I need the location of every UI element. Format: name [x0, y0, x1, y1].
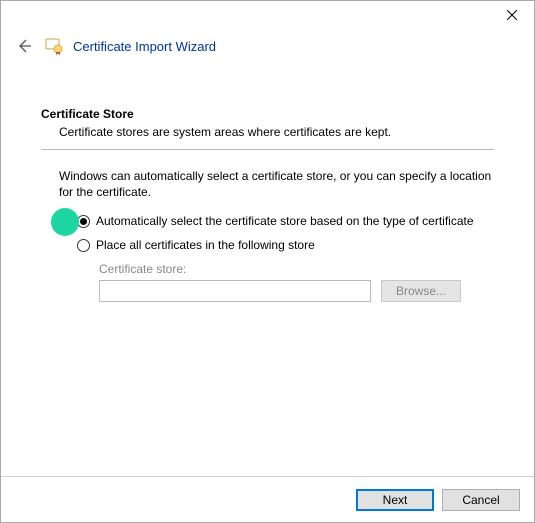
close-icon [507, 10, 517, 20]
divider [41, 149, 494, 150]
next-button[interactable]: Next [356, 489, 434, 511]
title-bar [1, 1, 534, 31]
page-heading: Certificate Store [41, 107, 494, 121]
certificate-wizard-icon [45, 37, 63, 55]
radio-manual[interactable] [77, 239, 90, 252]
certificate-store-subgroup: Certificate store: Browse... [99, 262, 494, 302]
wizard-title: Certificate Import Wizard [73, 39, 216, 54]
page-subheading: Certificate stores are system areas wher… [59, 125, 494, 139]
option-manual-label: Place all certificates in the following … [96, 238, 315, 252]
wizard-content: Certificate Store Certificate stores are… [1, 57, 534, 302]
back-button[interactable] [13, 35, 35, 57]
close-button[interactable] [489, 1, 534, 29]
option-manual[interactable]: Place all certificates in the following … [77, 238, 494, 252]
highlight-marker [51, 208, 79, 236]
certificate-store-label: Certificate store: [99, 262, 494, 276]
wizard-footer: Next Cancel [1, 476, 534, 522]
wizard-header: Certificate Import Wizard [1, 31, 534, 57]
cancel-button[interactable]: Cancel [442, 489, 520, 511]
option-auto-label: Automatically select the certificate sto… [96, 214, 474, 228]
arrow-left-icon [16, 38, 32, 54]
option-auto[interactable]: Automatically select the certificate sto… [77, 214, 494, 228]
page-instruction: Windows can automatically select a certi… [59, 168, 494, 200]
store-option-group: Automatically select the certificate sto… [77, 214, 494, 302]
certificate-store-input [99, 280, 371, 302]
browse-button: Browse... [381, 280, 461, 302]
